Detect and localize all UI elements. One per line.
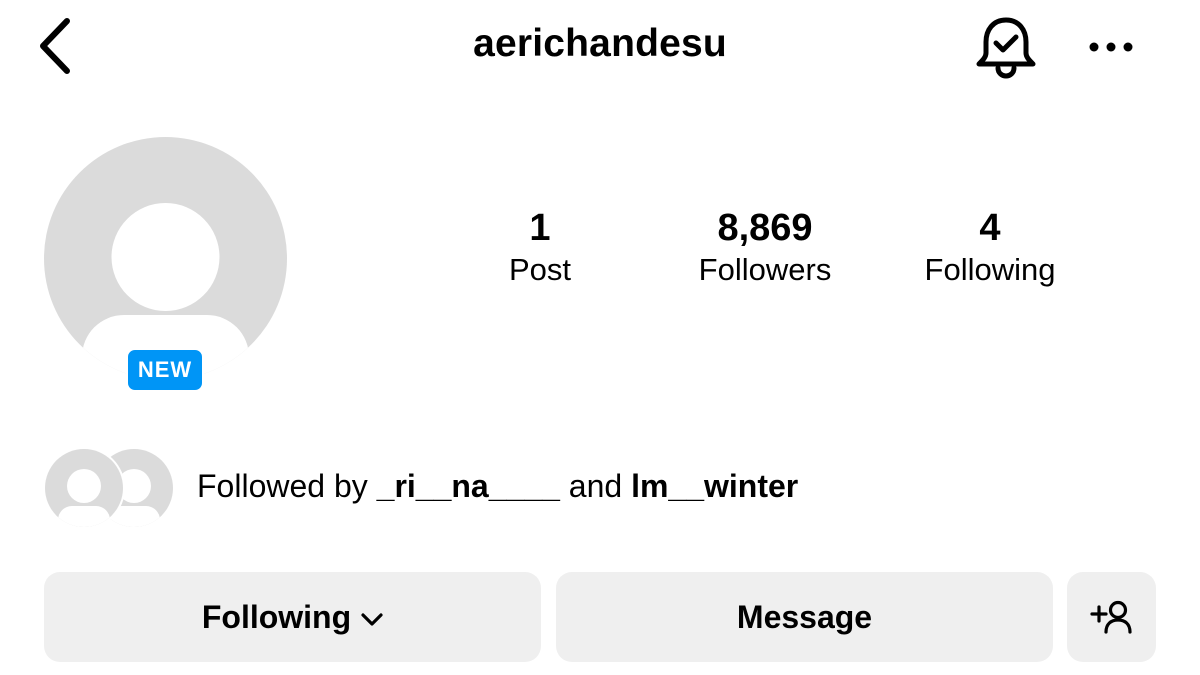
- followed-by-conjunction: and: [559, 468, 632, 504]
- posts-label: Post: [508, 252, 572, 287]
- message-button-label: Message: [736, 598, 873, 635]
- notifications-button[interactable]: [968, 12, 1044, 82]
- following-stat[interactable]: 4 Following: [890, 204, 1090, 290]
- profile-avatar[interactable]: [44, 137, 287, 380]
- followed-by-prefix: Followed by: [197, 468, 377, 504]
- following-label: Following: [924, 252, 1056, 287]
- more-options-button[interactable]: [1080, 22, 1142, 72]
- mutual-followers-avatars[interactable]: [43, 447, 176, 529]
- followed-by-text[interactable]: Followed by _ri__na____ and lm__winter: [197, 466, 798, 506]
- posts-count: 1: [529, 207, 551, 249]
- followers-count: 8,869: [717, 207, 813, 249]
- chevron-down-icon: [361, 613, 383, 626]
- following-button-label: Following: [201, 598, 352, 635]
- more-horizontal-icon: [1089, 42, 1133, 52]
- followers-stat[interactable]: 8,869 Followers: [660, 204, 870, 290]
- mutual-user-2[interactable]: lm__winter: [631, 468, 798, 504]
- mutual-user-1[interactable]: _ri__na____: [377, 468, 560, 504]
- profile-header: aerichandesu: [0, 0, 1200, 95]
- message-button[interactable]: Message: [556, 572, 1053, 662]
- bell-check-icon: [976, 17, 1036, 79]
- add-user-icon: [1089, 600, 1132, 634]
- following-count: 4: [979, 207, 1001, 249]
- add-user-button[interactable]: [1067, 572, 1156, 662]
- new-badge: NEW: [126, 348, 204, 392]
- followers-label: Followers: [698, 252, 832, 287]
- following-button[interactable]: Following: [44, 572, 541, 662]
- default-avatar-icon: [44, 137, 287, 380]
- posts-stat[interactable]: 1 Post: [440, 204, 640, 290]
